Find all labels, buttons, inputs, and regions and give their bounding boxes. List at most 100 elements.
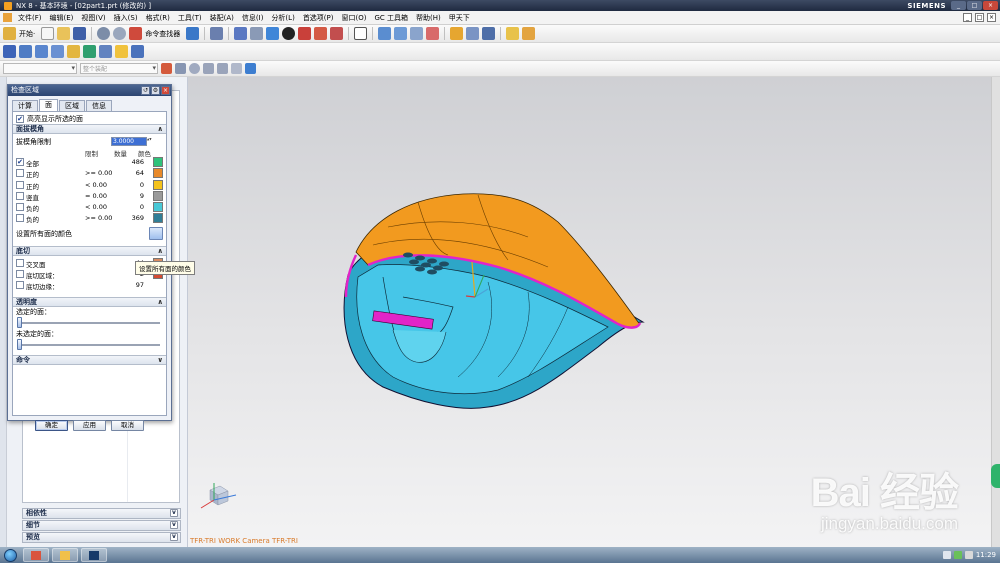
dialog-title-bar[interactable]: 检查区域 ↺ ⚙ ×: [8, 85, 171, 96]
network-icon[interactable]: [953, 551, 962, 559]
command-group-header[interactable]: 命令 ∨: [13, 354, 166, 365]
close-button[interactable]: ×: [983, 1, 998, 10]
menu-gc-toolkit[interactable]: GC 工具箱: [370, 13, 412, 23]
clip-icon[interactable]: [330, 27, 344, 40]
move-icon[interactable]: [466, 27, 480, 40]
part-icon[interactable]: [19, 45, 32, 58]
ruler-icon[interactable]: [506, 27, 520, 40]
selection-scope-select[interactable]: 整个装配: [80, 63, 158, 74]
slider-thumb[interactable]: [17, 338, 22, 350]
check-region-icon[interactable]: [131, 45, 144, 58]
undercut-row-checkbox[interactable]: [16, 258, 24, 267]
settings-icon[interactable]: ⚙: [151, 86, 160, 95]
tab-information[interactable]: 信息: [86, 100, 112, 111]
menu-custom[interactable]: 甲天下: [445, 13, 474, 23]
rotate-icon[interactable]: [250, 27, 264, 40]
slider-thumb[interactable]: [17, 316, 22, 328]
start-menu-button[interactable]: 开始·: [19, 29, 35, 39]
modeling-icon[interactable]: [3, 45, 16, 58]
start-icon[interactable]: [3, 27, 16, 40]
draft-row-checkbox[interactable]: [16, 169, 24, 178]
shaded-cube-icon[interactable]: [266, 27, 280, 40]
dependencies-section[interactable]: 相依性 v: [22, 508, 181, 519]
doc-close-button[interactable]: ×: [987, 13, 996, 22]
tray-icon[interactable]: [942, 551, 951, 559]
select-icon[interactable]: [210, 27, 224, 40]
section-view-icon[interactable]: [314, 27, 328, 40]
tab-compute[interactable]: 计算: [12, 100, 38, 111]
render-style-icon[interactable]: [282, 27, 296, 40]
menu-view[interactable]: 视图(V): [77, 13, 109, 23]
unselected-faces-slider[interactable]: [17, 338, 160, 351]
chevron-down-icon[interactable]: v: [170, 533, 178, 541]
taskbar-photoshop-button[interactable]: [81, 548, 107, 562]
menu-tools[interactable]: 工具(T): [174, 13, 206, 23]
side-share-button[interactable]: [991, 464, 1000, 488]
menu-help[interactable]: 帮助(H): [412, 13, 445, 23]
curve-rule-icon[interactable]: [175, 63, 186, 74]
start-button[interactable]: [0, 547, 20, 563]
layer-icon[interactable]: [394, 27, 408, 40]
undo-icon[interactable]: [97, 27, 111, 40]
maximize-button[interactable]: □: [967, 1, 982, 10]
snap-point-icon[interactable]: [161, 63, 172, 74]
edge-display-icon[interactable]: [298, 27, 312, 40]
set-all-colors-button[interactable]: [149, 226, 163, 240]
details-section[interactable]: 细节 v: [22, 520, 181, 531]
save-icon[interactable]: [73, 27, 87, 40]
menu-window[interactable]: 窗口(O): [338, 13, 371, 23]
cube-filter-icon[interactable]: [245, 63, 256, 74]
analysis-icon[interactable]: [115, 45, 128, 58]
menu-format[interactable]: 格式(R): [142, 13, 174, 23]
type-filter-select[interactable]: [3, 63, 77, 74]
tab-faces[interactable]: 面: [39, 99, 58, 111]
chevron-up-icon[interactable]: ∧: [157, 298, 163, 307]
color-swatch[interactable]: [153, 157, 163, 167]
measure-icon[interactable]: [450, 27, 464, 40]
datum-icon[interactable]: [426, 27, 440, 40]
transparency-group-header[interactable]: 透明度 ∧: [13, 296, 166, 307]
draft-angle-group-header[interactable]: 面拔模角 ∧: [13, 124, 166, 134]
volume-icon[interactable]: [964, 551, 973, 559]
command-finder-button[interactable]: 命令查找器: [145, 29, 180, 39]
menu-information[interactable]: 信息(I): [238, 13, 268, 23]
color-swatch[interactable]: [153, 168, 163, 179]
menu-insert[interactable]: 插入(S): [110, 13, 142, 23]
folder-icon[interactable]: [67, 45, 80, 58]
nx-menu-icon[interactable]: [3, 13, 12, 22]
snap-icon[interactable]: [378, 27, 392, 40]
chevron-down-icon[interactable]: ∨: [157, 356, 163, 365]
new-file-icon[interactable]: [41, 27, 55, 40]
draft-row-checkbox[interactable]: [16, 203, 24, 212]
menu-file[interactable]: 文件(F): [14, 13, 46, 23]
chevron-down-icon[interactable]: v: [170, 521, 178, 529]
redo-icon[interactable]: [113, 27, 127, 40]
undercut-group-header[interactable]: 底切 ∧: [13, 245, 166, 256]
cancel-button[interactable]: 取消: [111, 420, 144, 431]
color-swatch[interactable]: [153, 179, 163, 190]
selected-faces-slider[interactable]: [17, 316, 160, 329]
color-swatch[interactable]: [153, 213, 163, 224]
color-swatch[interactable]: [153, 202, 163, 213]
menu-edit[interactable]: 编辑(E): [46, 13, 78, 23]
dialog-close-button[interactable]: ×: [161, 86, 170, 95]
menu-assemblies[interactable]: 装配(A): [206, 13, 238, 23]
pencil-icon[interactable]: [522, 27, 536, 40]
drafting-icon[interactable]: [35, 45, 48, 58]
endpoint-icon[interactable]: [203, 63, 214, 74]
minimize-button[interactable]: _: [951, 1, 966, 10]
fit-view-icon[interactable]: [234, 27, 248, 40]
midpoint-icon[interactable]: [217, 63, 228, 74]
box-select-icon[interactable]: [231, 63, 242, 74]
preview-section[interactable]: 预览 v: [22, 532, 181, 543]
taskbar-explorer-button[interactable]: [52, 548, 78, 562]
menu-analysis[interactable]: 分析(L): [267, 13, 298, 23]
menu-preferences[interactable]: 首选项(P): [299, 13, 338, 23]
highlight-faces-checkbox[interactable]: ✔: [16, 115, 24, 123]
chevron-down-icon[interactable]: v: [170, 509, 178, 517]
wcs-icon[interactable]: [410, 27, 424, 40]
doc-restore-button[interactable]: □: [975, 13, 984, 22]
undercut-row-checkbox[interactable]: [16, 281, 24, 290]
draft-row-checkbox[interactable]: ✔: [16, 158, 24, 166]
point-icon[interactable]: [189, 63, 200, 74]
